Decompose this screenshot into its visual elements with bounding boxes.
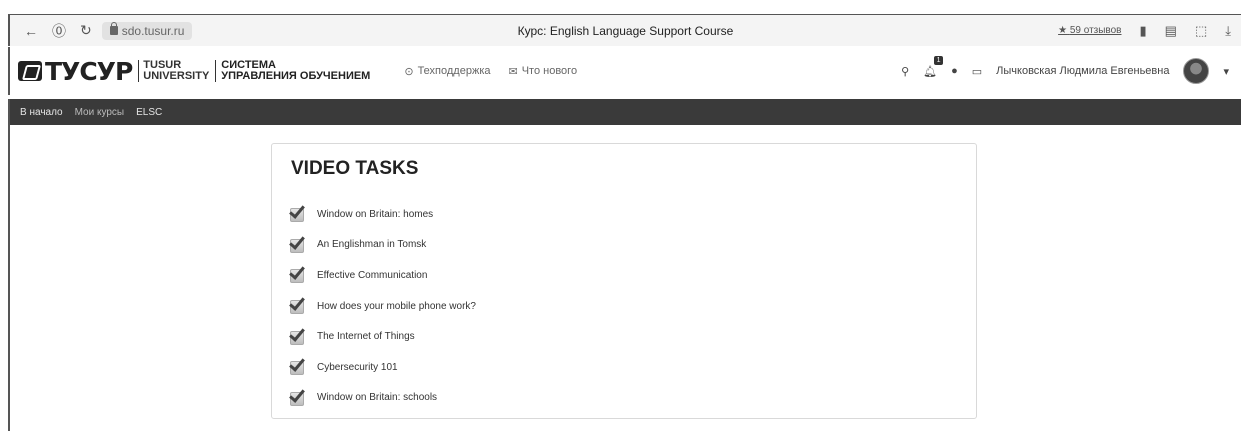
logo-text: ТУСУР <box>45 56 133 86</box>
checkmark-icon <box>289 202 308 223</box>
download-icon[interactable]: ⤓ <box>1225 23 1231 39</box>
logo-system: СИСТЕМА УПРАВЛЕНИЯ ОБУЧЕНИЕМ <box>215 60 370 82</box>
list-item[interactable]: How does your mobile phone work? <box>289 291 476 322</box>
messages-icon[interactable]: ● <box>951 65 958 77</box>
list-item[interactable]: Cybersecurity 101 <box>289 352 476 383</box>
headset-icon: ⊙ <box>404 65 414 78</box>
task-list: Window on Britain: homes An Englishman i… <box>289 199 476 414</box>
browser-toolbar: ← ⓪ ↻ sdo.tusur.ru Курс: English Languag… <box>8 14 1241 46</box>
address-bar[interactable]: sdo.tusur.ru <box>101 21 193 40</box>
reload-icon[interactable]: ↻ <box>80 22 92 39</box>
task-link[interactable]: The Internet of Things <box>317 331 415 342</box>
section-title: VIDEO TASKS <box>291 158 419 179</box>
site-logo[interactable]: ТУСУР TUSUR UNIVERSITY СИСТЕМА УПРАВЛЕНИ… <box>10 57 370 86</box>
url-text: sdo.tusur.ru <box>121 23 185 38</box>
back-icon[interactable]: ← <box>24 23 38 39</box>
reviews-link[interactable]: ★ 59 отзывов <box>1058 25 1121 36</box>
notifications-button[interactable]: 🔔︎ 1 <box>923 55 944 78</box>
checkmark-icon <box>289 263 308 284</box>
menu-item-my-courses[interactable]: Мои курсы <box>75 107 125 118</box>
list-item[interactable]: Window on Britain: schools <box>289 383 476 414</box>
list-item[interactable]: Window on Britain: homes <box>289 199 476 230</box>
search-icon[interactable]: ⚲ <box>901 65 909 78</box>
reviews-count: 59 отзывов <box>1069 25 1122 36</box>
menu-item-home[interactable]: В начало <box>20 107 63 118</box>
section-card: VIDEO TASKS Window on Britain: homes An … <box>271 143 977 419</box>
list-item[interactable]: The Internet of Things <box>289 321 476 352</box>
task-link[interactable]: An Englishman in Tomsk <box>317 239 426 250</box>
task-link[interactable]: Window on Britain: schools <box>317 392 437 403</box>
extensions-icon[interactable]: ⬚ <box>1195 23 1207 39</box>
avatar[interactable] <box>1183 58 1210 84</box>
window-border <box>8 125 10 431</box>
lock-icon <box>109 22 118 35</box>
bookmark-icon[interactable]: ▮ <box>1140 23 1147 39</box>
tab-title: Курс: English Language Support Course <box>517 23 734 38</box>
task-link[interactable]: Effective Communication <box>317 270 427 281</box>
task-link[interactable]: How does your mobile phone work? <box>317 301 476 312</box>
logo-university: TUSUR UNIVERSITY <box>138 60 209 82</box>
logo-emblem-icon <box>18 61 42 81</box>
task-link[interactable]: Window on Britain: homes <box>317 209 433 220</box>
reader-icon[interactable]: ▤ <box>1165 23 1177 39</box>
task-link[interactable]: Cybersecurity 101 <box>317 362 398 373</box>
site-header: ТУСУР TUSUR UNIVERSITY СИСТЕМА УПРАВЛЕНИ… <box>8 47 1241 95</box>
news-link[interactable]: ✉ Что нового <box>509 65 578 78</box>
bell-icon: 🔔︎ <box>923 65 938 78</box>
checkmark-icon <box>289 324 308 346</box>
support-link[interactable]: ⊙ Техподдержка <box>404 65 490 78</box>
checkmark-icon <box>289 233 308 254</box>
yandex-icon[interactable]: ⓪ <box>52 21 66 41</box>
user-name[interactable]: Лычковская Людмила Евгеньевна <box>996 65 1169 77</box>
checkmark-icon <box>289 355 308 376</box>
list-item[interactable]: An Englishman in Tomsk <box>289 230 476 261</box>
list-item[interactable]: Effective Communication <box>289 260 476 291</box>
notification-count-badge: 1 <box>934 55 944 65</box>
checkmark-icon <box>289 386 308 407</box>
chevron-down-icon[interactable]: ▾ <box>1223 65 1229 78</box>
folder-icon[interactable]: ▭ <box>972 65 982 78</box>
megaphone-icon: ✉ <box>508 65 518 78</box>
menu-item-elsc[interactable]: ELSC <box>136 107 162 118</box>
main-menu: В начало Мои курсы ELSC <box>8 99 1241 125</box>
checkmark-icon <box>289 294 308 315</box>
